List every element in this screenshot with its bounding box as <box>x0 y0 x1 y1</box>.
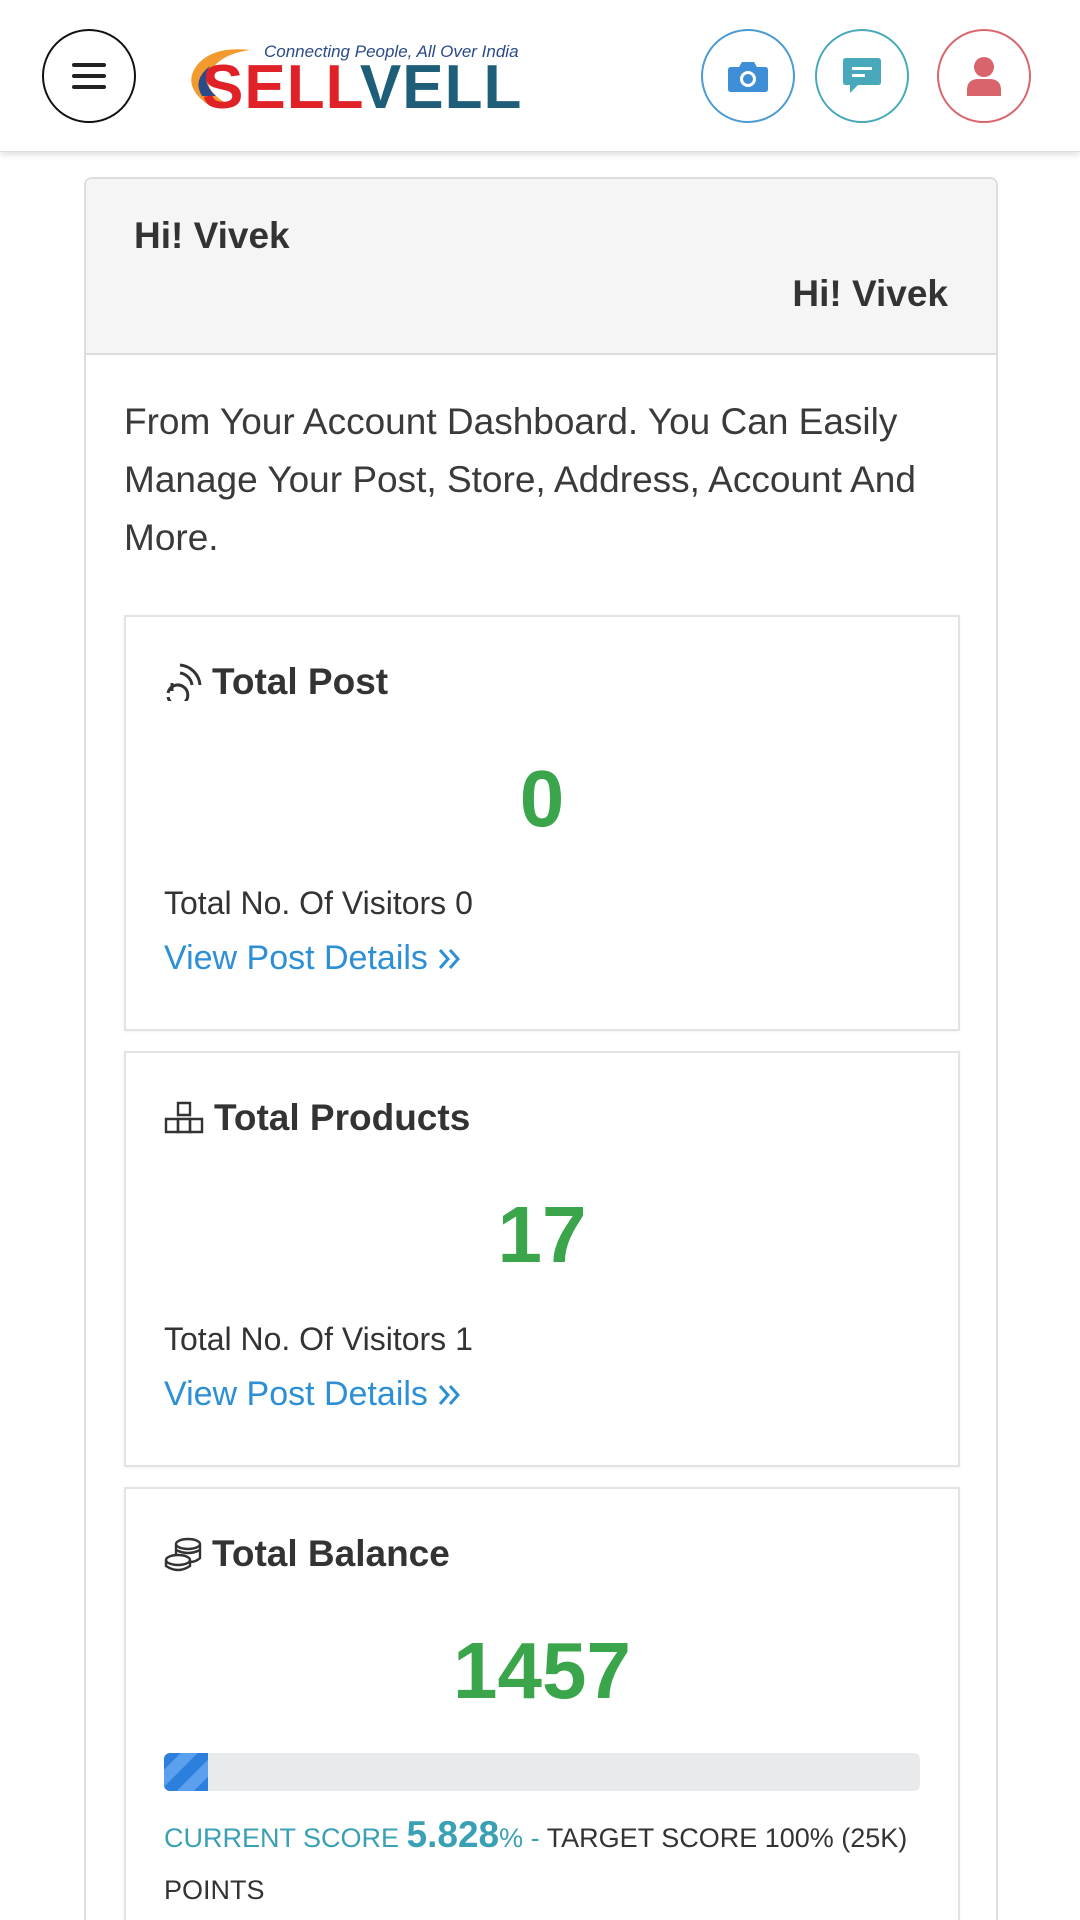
total-balance-value: 1457 <box>453 1626 631 1715</box>
current-score-label: CURRENT SCORE <box>164 1823 400 1853</box>
total-balance-panel: Total Balance 1457 CURRENT SCORE 5.828% … <box>124 1487 960 1920</box>
boxes-icon <box>164 1101 204 1134</box>
total-products-title: Total Products <box>164 1097 470 1139</box>
total-products-visitors: Total No. Of Visitors 1 <box>164 1321 473 1357</box>
score-summary: CURRENT SCORE 5.828% - TARGET SCORE 100%… <box>164 1809 924 1916</box>
logo-wordmark: SELLVELL <box>202 57 522 119</box>
profile-button[interactable] <box>937 29 1031 123</box>
greeting-heading: Hi! Vivek <box>134 215 290 256</box>
total-post-value: 0 <box>519 754 565 843</box>
menu-button[interactable] <box>42 29 136 123</box>
camera-icon <box>728 62 768 92</box>
app-header: Connecting People, All Over India SELLVE… <box>0 0 1080 152</box>
menu-icon <box>72 63 106 89</box>
rss-icon <box>166 663 202 701</box>
total-products-value: 17 <box>497 1190 587 1279</box>
total-products-label: Total Products <box>214 1097 471 1138</box>
double-chevron-right-icon <box>438 1384 460 1405</box>
total-post-panel: Total Post 0 Total No. Of Visitors 0 Vie… <box>124 615 960 1031</box>
coins-icon <box>164 1537 202 1572</box>
user-icon <box>967 57 1001 96</box>
greeting-heading-right: Hi! Vivek <box>792 273 948 314</box>
view-products-details-link[interactable]: View Post Details <box>164 1375 464 1414</box>
logo-word-vell: VELL <box>359 53 523 122</box>
score-progress-bar <box>164 1753 920 1791</box>
chat-button[interactable] <box>815 29 909 123</box>
total-post-label: Total Post <box>212 661 389 702</box>
total-post-title: Total Post <box>164 661 388 703</box>
view-post-details-link[interactable]: View Post Details <box>164 939 464 978</box>
dashboard-card-header: Hi! Vivek Hi! Vivek <box>86 179 996 355</box>
current-score-percent: % <box>499 1823 524 1853</box>
view-post-details-label: View Post Details <box>164 939 428 977</box>
double-chevron-right-icon <box>438 948 460 969</box>
total-balance-title: Total Balance <box>164 1533 450 1575</box>
dashboard-card: Hi! Vivek Hi! Vivek From Your Account Da… <box>84 177 998 1920</box>
total-balance-label: Total Balance <box>212 1533 450 1574</box>
dashboard-intro-text: From Your Account Dashboard. You Can Eas… <box>124 401 916 558</box>
camera-button[interactable] <box>701 29 795 123</box>
logo-word-sell: SELL <box>202 53 360 122</box>
chat-icon <box>843 58 881 93</box>
sellvell-logo[interactable]: Connecting People, All Over India SELLVE… <box>180 32 522 119</box>
score-progress-fill <box>164 1753 209 1791</box>
total-products-panel: Total Products 17 Total No. Of Visitors … <box>124 1051 960 1467</box>
total-post-visitors: Total No. Of Visitors 0 <box>164 885 473 921</box>
score-separator: - <box>530 1823 540 1853</box>
view-products-details-label: View Post Details <box>164 1375 428 1413</box>
current-score-value: 5.828 <box>406 1814 500 1855</box>
